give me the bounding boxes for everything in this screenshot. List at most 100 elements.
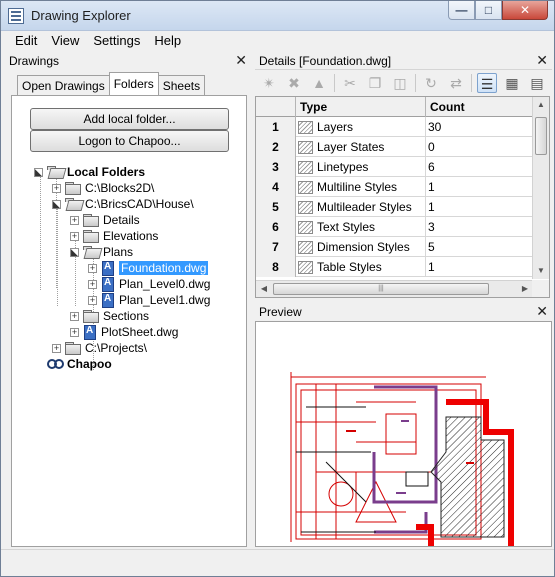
tree-node-projects[interactable]: + C:\Projects\ — [52, 340, 147, 356]
expand-icon[interactable]: + — [70, 215, 79, 225]
tree-node-elevations[interactable]: + Elevations — [70, 228, 158, 244]
cut-icon[interactable]: ✂ — [340, 73, 360, 93]
expand-icon[interactable]: + — [88, 279, 97, 289]
expand-icon[interactable]: + — [52, 343, 61, 353]
tree-node-plans[interactable]: ◣ Plans — [70, 244, 133, 260]
details-grid: Type Count 1 Layers 30 2 Layer States 0 … — [255, 96, 550, 298]
details-panel-title: Details [Foundation.dwg] — [259, 54, 392, 68]
details-panel: Details [Foundation.dwg] ✕ ✴ ✖ ▲ ✂ ❐ ◫ ↻… — [255, 51, 554, 549]
refresh-icon[interactable]: ↻ — [421, 73, 441, 93]
table-row[interactable]: 1 Layers 30 — [256, 117, 532, 137]
menu-help[interactable]: Help — [147, 31, 188, 51]
tree-label: Plan_Level1.dwg — [119, 293, 211, 307]
folder-open-icon — [65, 198, 81, 210]
tree-node-plan-level0[interactable]: + Plan_Level0.dwg — [88, 276, 210, 292]
tree-label: Chapoo — [67, 357, 112, 371]
tree-node-blocks2d[interactable]: + C:\Blocks2D\ — [52, 180, 154, 196]
tree-label: C:\Blocks2D\ — [85, 181, 155, 195]
horizontal-scrollbar[interactable]: ◀ ||| ▶ — [256, 280, 533, 297]
minimize-icon: — — [455, 3, 468, 17]
table-row[interactable]: 7 Dimension Styles 5 — [256, 237, 532, 257]
copy-icon[interactable]: ❐ — [365, 73, 385, 93]
tree-label: Foundation.dwg — [119, 261, 209, 275]
drawings-tabs: Open Drawings Folders Sheets — [17, 72, 206, 95]
drawings-panel-title: Drawings — [9, 54, 60, 68]
paste-icon[interactable]: ◫ — [390, 73, 410, 93]
delete-icon[interactable]: ✖ — [284, 73, 304, 93]
layers-icon — [296, 119, 314, 135]
tree-node-chapoo[interactable]: Chapoo — [47, 356, 112, 372]
collapse-icon[interactable]: ◣ — [52, 199, 61, 209]
horizontal-scroll-thumb[interactable]: ||| — [273, 283, 489, 295]
menu-settings[interactable]: Settings — [86, 31, 147, 51]
scroll-right-icon[interactable]: ▶ — [517, 281, 533, 297]
collapse-icon[interactable]: ◣ — [70, 247, 79, 257]
tree-node-foundation[interactable]: + Foundation.dwg — [88, 260, 209, 276]
column-header-type[interactable]: Type — [296, 97, 426, 117]
details-view-icon[interactable]: ☰ — [477, 73, 497, 93]
tree-node-plan-level1[interactable]: + Plan_Level1.dwg — [88, 292, 210, 308]
logon-chapoo-button[interactable]: Logon to Chapoo... — [30, 130, 229, 152]
drawings-panel: Drawings ✕ Open Drawings Folders Sheets … — [5, 51, 251, 549]
expand-icon[interactable]: + — [70, 231, 79, 241]
text-styles-icon — [296, 219, 314, 235]
drawings-panel-close-icon[interactable]: ✕ — [235, 52, 247, 69]
table-row[interactable]: 6 Text Styles 3 — [256, 217, 532, 237]
column-header-count[interactable]: Count — [426, 97, 532, 117]
tab-sheets[interactable]: Sheets — [157, 75, 206, 95]
preview-panel-title: Preview — [259, 305, 302, 319]
details-panel-close-icon[interactable]: ✕ — [536, 52, 548, 69]
chapoo-icon — [47, 359, 64, 369]
window-title: Drawing Explorer — [31, 8, 131, 23]
table-row[interactable]: 5 Multileader Styles 1 — [256, 197, 532, 217]
expand-icon[interactable]: + — [88, 295, 97, 305]
tree-node-details[interactable]: + Details — [70, 212, 140, 228]
close-icon: ✕ — [519, 3, 531, 17]
tree-node-plotsheet[interactable]: + PlotSheet.dwg — [70, 324, 178, 340]
purge-icon[interactable]: ▲ — [309, 73, 329, 93]
preview-panel-close-icon[interactable]: ✕ — [536, 303, 548, 320]
tree-node-sections[interactable]: + Sections — [70, 308, 149, 324]
vertical-scroll-thumb[interactable] — [535, 117, 547, 155]
expand-icon[interactable]: + — [88, 263, 97, 273]
drawing-explorer-window: Drawing Explorer — □ ✕ Edit View Setting… — [0, 0, 555, 577]
linetypes-icon — [296, 159, 314, 175]
tab-open-drawings[interactable]: Open Drawings — [17, 75, 110, 95]
tree-label: Local Folders — [67, 165, 146, 179]
close-button[interactable]: ✕ — [502, 1, 548, 20]
table-row[interactable]: 8 Table Styles 1 — [256, 257, 532, 277]
vertical-scrollbar[interactable]: ▲ ▼ — [532, 97, 549, 279]
list-view-icon[interactable]: ▤ — [527, 73, 547, 93]
dimension-styles-icon — [296, 239, 314, 255]
expand-icon[interactable]: + — [70, 327, 79, 337]
maximize-button[interactable]: □ — [475, 1, 502, 20]
table-row[interactable]: 3 Linetypes 6 — [256, 157, 532, 177]
menu-edit[interactable]: Edit — [8, 31, 44, 51]
menu-view[interactable]: View — [44, 31, 86, 51]
expand-icon[interactable]: + — [70, 311, 79, 321]
table-row[interactable]: 4 Multiline Styles 1 — [256, 177, 532, 197]
add-local-folder-button[interactable]: Add local folder... — [30, 108, 229, 130]
dwg-file-icon — [101, 260, 115, 276]
menu-bar: Edit View Settings Help — [1, 31, 554, 51]
tree-node-local-folders[interactable]: ◣ Local Folders — [34, 164, 145, 180]
collapse-icon[interactable]: ◣ — [34, 167, 43, 177]
icons-view-icon[interactable]: ▦ — [502, 73, 522, 93]
dwg-file-icon — [101, 292, 115, 308]
tree-label: C:\BricsCAD\House\ — [85, 197, 194, 211]
tree-label: Plan_Level0.dwg — [119, 277, 211, 291]
tab-folders[interactable]: Folders — [108, 72, 159, 95]
new-item-icon[interactable]: ✴ — [259, 73, 279, 93]
scroll-left-icon[interactable]: ◀ — [256, 281, 272, 297]
sync-icon[interactable]: ⇄ — [446, 73, 466, 93]
scroll-up-icon[interactable]: ▲ — [533, 97, 549, 113]
table-row[interactable]: 2 Layer States 0 — [256, 137, 532, 157]
scroll-down-icon[interactable]: ▼ — [533, 263, 549, 279]
tree-node-house[interactable]: ◣ C:\BricsCAD\House\ — [52, 196, 194, 212]
minimize-button[interactable]: — — [448, 1, 475, 20]
folder-icon — [83, 214, 99, 227]
preview-panel-header: Preview ✕ — [255, 303, 552, 321]
details-panel-header: Details [Foundation.dwg] ✕ — [255, 52, 552, 70]
expand-icon[interactable]: + — [52, 183, 61, 193]
dwg-file-icon — [83, 324, 97, 340]
